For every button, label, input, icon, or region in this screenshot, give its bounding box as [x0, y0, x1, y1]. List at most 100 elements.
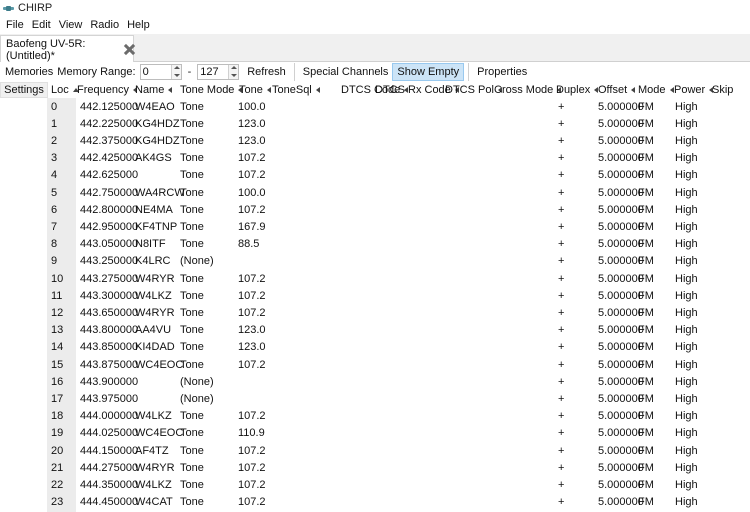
cell-freq[interactable]: 444.450000: [80, 494, 138, 511]
cell-power[interactable]: High: [675, 218, 698, 235]
cell-power[interactable]: High: [675, 356, 698, 373]
table-row[interactable]: 12 443.650000 W4RYR Tone 107.2 +5.000000 FM Hig…: [48, 304, 750, 321]
cell-power[interactable]: High: [675, 494, 698, 511]
cell-mode[interactable]: FM: [638, 459, 654, 476]
cell-mode[interactable]: FM: [638, 476, 654, 493]
cell-name[interactable]: WC4EOC: [135, 356, 183, 373]
cell-freq[interactable]: 443.875000: [80, 356, 138, 373]
cell-freq[interactable]: 442.950000: [80, 218, 138, 235]
cell-duplex[interactable]: +: [558, 304, 564, 321]
cell-mode[interactable]: FM: [638, 270, 654, 287]
cell-tone-mode[interactable]: Tone: [180, 425, 204, 442]
cell-duplex[interactable]: +: [558, 236, 564, 253]
cell-loc[interactable]: 21: [51, 459, 63, 476]
cell-name[interactable]: WA4RCW: [135, 184, 185, 201]
range-end-spinner[interactable]: [197, 64, 240, 80]
cell-offset[interactable]: 5.000000: [598, 201, 644, 218]
cell-power[interactable]: High: [675, 322, 698, 339]
cell-mode[interactable]: FM: [638, 304, 654, 321]
column-header-cross-mode[interactable]: Cross Mode: [494, 82, 562, 98]
cell-freq[interactable]: 442.375000: [80, 132, 138, 149]
cell-tone-mode[interactable]: (None): [180, 373, 214, 390]
cell-tone-mode[interactable]: Tone: [180, 322, 204, 339]
cell-duplex[interactable]: +: [558, 201, 564, 218]
cell-duplex[interactable]: +: [558, 270, 564, 287]
cell-power[interactable]: High: [675, 253, 698, 270]
cell-offset[interactable]: 5.000000: [598, 373, 644, 390]
cell-tone[interactable]: 107.2: [238, 459, 266, 476]
cell-tone[interactable]: 88.5: [238, 236, 259, 253]
cell-loc[interactable]: 8: [51, 236, 57, 253]
column-header-offset[interactable]: Offset: [598, 82, 636, 98]
cell-freq[interactable]: 443.250000: [80, 253, 138, 270]
cell-duplex[interactable]: +: [558, 132, 564, 149]
cell-freq[interactable]: 442.800000: [80, 201, 138, 218]
cell-offset[interactable]: 5.000000: [598, 494, 644, 511]
cell-power[interactable]: High: [675, 304, 698, 321]
cell-name[interactable]: KF4TNP: [135, 218, 177, 235]
cell-loc[interactable]: 0: [51, 98, 57, 115]
cell-power[interactable]: High: [675, 339, 698, 356]
cell-duplex[interactable]: +: [558, 459, 564, 476]
cell-tone-mode[interactable]: (None): [180, 390, 214, 407]
menu-edit[interactable]: Edit: [28, 19, 55, 31]
cell-duplex[interactable]: +: [558, 184, 564, 201]
cell-loc[interactable]: 13: [51, 322, 63, 339]
cell-tone[interactable]: 107.2: [238, 167, 266, 184]
cell-power[interactable]: High: [675, 442, 698, 459]
cell-duplex[interactable]: +: [558, 218, 564, 235]
column-header-tone[interactable]: Tone: [239, 82, 271, 98]
cell-tone[interactable]: 107.2: [238, 494, 266, 511]
cell-tone-mode[interactable]: Tone: [180, 459, 204, 476]
cell-freq[interactable]: 443.650000: [80, 304, 138, 321]
cell-tone-mode[interactable]: Tone: [180, 218, 204, 235]
column-header-duplex[interactable]: Duplex: [556, 82, 599, 98]
cell-mode[interactable]: FM: [638, 167, 654, 184]
table-row[interactable]: 9 443.250000 K4LRC (None) +5.000000 FM High: [48, 253, 750, 270]
table-row[interactable]: 13 443.800000 AA4VU Tone 123.0 +5.000000 FM Hig…: [48, 322, 750, 339]
cell-offset[interactable]: 5.000000: [598, 304, 644, 321]
cell-tone[interactable]: 107.2: [238, 476, 266, 493]
cell-loc[interactable]: 11: [51, 287, 62, 304]
cell-offset[interactable]: 5.000000: [598, 115, 644, 132]
cell-tone-mode[interactable]: Tone: [180, 476, 204, 493]
cell-name[interactable]: KG4HDZ: [135, 132, 180, 149]
cell-name[interactable]: W4LKZ: [135, 287, 172, 304]
column-header-power[interactable]: Power: [674, 82, 714, 98]
cell-loc[interactable]: 6: [51, 201, 57, 218]
cell-mode[interactable]: FM: [638, 390, 654, 407]
spin-down-icon[interactable]: [229, 72, 239, 79]
cell-power[interactable]: High: [675, 184, 698, 201]
cell-offset[interactable]: 5.000000: [598, 218, 644, 235]
cell-offset[interactable]: 5.000000: [598, 184, 644, 201]
cell-name[interactable]: W4LKZ: [135, 408, 172, 425]
cell-freq[interactable]: 444.275000: [80, 459, 138, 476]
settings-tab[interactable]: Settings: [0, 82, 48, 98]
cell-mode[interactable]: FM: [638, 184, 654, 201]
cell-name[interactable]: W4RYR: [135, 270, 175, 287]
cell-tone-mode[interactable]: Tone: [180, 304, 204, 321]
cell-offset[interactable]: 5.000000: [598, 425, 644, 442]
cell-duplex[interactable]: +: [558, 287, 564, 304]
cell-tone[interactable]: 123.0: [238, 115, 266, 132]
cell-offset[interactable]: 5.000000: [598, 150, 644, 167]
cell-loc[interactable]: 19: [51, 425, 63, 442]
cell-tone[interactable]: 110.9: [238, 425, 265, 442]
table-row[interactable]: 18 444.000000 W4LKZ Tone 107.2 +5.000000 FM Hig…: [48, 408, 750, 425]
cell-offset[interactable]: 5.000000: [598, 442, 644, 459]
cell-tone-mode[interactable]: Tone: [180, 201, 204, 218]
cell-tone-mode[interactable]: Tone: [180, 115, 204, 132]
cell-mode[interactable]: FM: [638, 150, 654, 167]
cell-tone-mode[interactable]: Tone: [180, 167, 204, 184]
cell-tone-mode[interactable]: Tone: [180, 184, 204, 201]
table-row[interactable]: 3 442.425000 AK4GS Tone 107.2 +5.000000 FM High: [48, 150, 750, 167]
cell-mode[interactable]: FM: [638, 373, 654, 390]
column-header-skip[interactable]: Skip: [712, 82, 733, 98]
cell-power[interactable]: High: [675, 408, 698, 425]
cell-loc[interactable]: 16: [51, 373, 63, 390]
cell-freq[interactable]: 442.125000: [80, 98, 138, 115]
cell-tone[interactable]: 100.0: [238, 98, 266, 115]
cell-duplex[interactable]: +: [558, 356, 564, 373]
cell-offset[interactable]: 5.000000: [598, 339, 644, 356]
cell-tone-mode[interactable]: Tone: [180, 270, 204, 287]
